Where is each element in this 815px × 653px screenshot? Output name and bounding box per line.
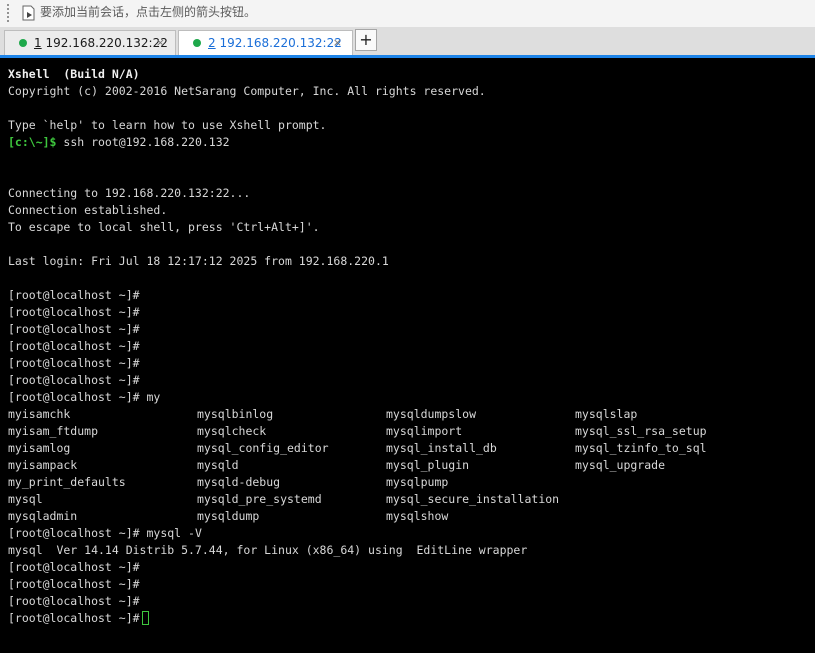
shell-prompt: [root@localhost ~]# <box>8 594 140 608</box>
completion-item: mysqlcheck <box>197 424 267 438</box>
completion-item: myisamchk <box>8 407 71 421</box>
terminal-banner-title: Xshell (Build N/A) <box>8 67 140 81</box>
completion-item: mysql <box>8 492 43 506</box>
session-tab-bar: 1 192.168.220.132:22 × 2 192.168.220.132… <box>0 27 815 55</box>
shell-prompt: [root@localhost ~]# <box>8 322 140 336</box>
completion-item: mysqld-debug <box>197 475 281 489</box>
completion-item: mysqlpump <box>386 475 449 489</box>
completion-item: mysql_upgrade <box>575 458 666 472</box>
shell-prompt: [root@localhost ~]# <box>8 339 140 353</box>
completion-item <box>575 474 764 491</box>
hint-text: 要添加当前会话，点击左侧的箭头按钮。 <box>40 5 257 19</box>
completion-item: myisampack <box>8 458 78 472</box>
terminal-cursor[interactable] <box>141 611 149 625</box>
terminal-line: Last login: Fri Jul 18 12:17:12 2025 fro… <box>8 254 389 268</box>
completion-item: my_print_defaults <box>8 475 126 489</box>
completion-list: myisamchk mysqlbinlog mysqldumpslow mysqlsl… <box>8 406 764 525</box>
terminal-line: Connection established. <box>8 203 168 217</box>
tab-title: 192.168.220.132:22 <box>45 36 168 50</box>
tab-title: 192.168.220.132:22 <box>219 36 342 50</box>
completion-item: mysqlshow <box>386 509 449 523</box>
completion-row: my_print_defaults mysqld-debug mysqlpump <box>8 474 764 491</box>
completion-row: myisamchk mysqlbinlog mysqldumpslow mysqlsl… <box>8 406 764 423</box>
close-tab-icon[interactable]: × <box>156 36 165 50</box>
tab-session-2[interactable]: 2 192.168.220.132:22 × <box>178 30 353 55</box>
completion-item: mysqldumpslow <box>386 407 477 421</box>
completion-row: myisam_ftdump mysqlcheck mysqlimport mysql_… <box>8 423 764 440</box>
completion-row: myisampack mysqld mysql_plugin mysql_upgrad… <box>8 457 764 474</box>
completion-item: mysql_config_editor <box>197 441 329 455</box>
completion-item: mysqld <box>197 458 239 472</box>
completion-item: myisam_ftdump <box>8 424 99 438</box>
terminal-line: mysql Ver 14.14 Distrib 5.7.44, for Linu… <box>8 543 528 557</box>
completion-item: mysqlbinlog <box>197 407 274 421</box>
completion-item: mysql_install_db <box>386 441 497 455</box>
completion-item <box>575 508 764 525</box>
completion-item: mysql_ssl_rsa_setup <box>575 424 707 438</box>
completion-item: mysql_secure_installation <box>386 492 560 506</box>
session-hint-bar: 要添加当前会话，点击左侧的箭头按钮。 <box>0 0 815 28</box>
terminal-line: Copyright (c) 2002-2016 NetSarang Comput… <box>8 84 486 98</box>
completion-row: myisamlog mysql_config_editor mysql_instal… <box>8 440 764 457</box>
terminal-line: Connecting to 192.168.220.132:22... <box>8 186 251 200</box>
completion-item: mysqld_pre_systemd <box>197 492 322 506</box>
completion-item: myisamlog <box>8 441 71 455</box>
shell-prompt: [root@localhost ~]# <box>8 611 140 625</box>
completion-item: mysql_plugin <box>386 458 470 472</box>
completion-item: mysqlimport <box>386 424 463 438</box>
completion-item: mysqladmin <box>8 509 78 523</box>
shell-prompt: [root@localhost ~]# <box>8 390 140 404</box>
completion-row: mysqladmin mysqldump mysqlshow <box>8 508 764 525</box>
shell-prompt: [root@localhost ~]# <box>8 288 140 302</box>
terminal-line: To escape to local shell, press 'Ctrl+Al… <box>8 220 320 234</box>
terminal-output[interactable]: Xshell (Build N/A) Copyright (c) 2002-201… <box>8 66 764 627</box>
shell-prompt: [root@localhost ~]# <box>8 373 140 387</box>
active-tab-accent-line <box>0 55 815 58</box>
add-tab-button[interactable]: + <box>355 29 377 51</box>
tab-number: 2 <box>208 36 216 50</box>
tab-number: 1 <box>34 36 42 50</box>
close-tab-icon[interactable]: × <box>333 36 342 50</box>
shell-prompt: [root@localhost ~]# <box>8 526 140 540</box>
shell-prompt: [root@localhost ~]# <box>8 305 140 319</box>
completion-item: mysqlslap <box>575 407 638 421</box>
shell-prompt: [root@localhost ~]# <box>8 356 140 370</box>
connected-status-icon <box>193 39 201 47</box>
local-shell-prompt: [c:\~]$ <box>8 135 57 149</box>
terminal-command: my <box>139 390 161 404</box>
tab-session-1[interactable]: 1 192.168.220.132:22 × <box>4 30 176 55</box>
terminal-line: Type `help' to learn how to use Xshell p… <box>8 118 327 132</box>
toolbar-grip-handle[interactable] <box>6 3 10 23</box>
completion-item <box>575 491 764 508</box>
completion-item: mysqldump <box>197 509 260 523</box>
shell-prompt: [root@localhost ~]# <box>8 577 140 591</box>
completion-item: mysql_tzinfo_to_sql <box>575 441 707 455</box>
terminal-command: ssh root@192.168.220.132 <box>56 135 230 149</box>
completion-row: mysql mysqld_pre_systemd mysql_secure_inst… <box>8 491 764 508</box>
connected-status-icon <box>19 39 27 47</box>
terminal-command: mysql -V <box>139 526 202 540</box>
shell-prompt: [root@localhost ~]# <box>8 560 140 574</box>
arrow-add-session-icon[interactable] <box>20 4 38 22</box>
